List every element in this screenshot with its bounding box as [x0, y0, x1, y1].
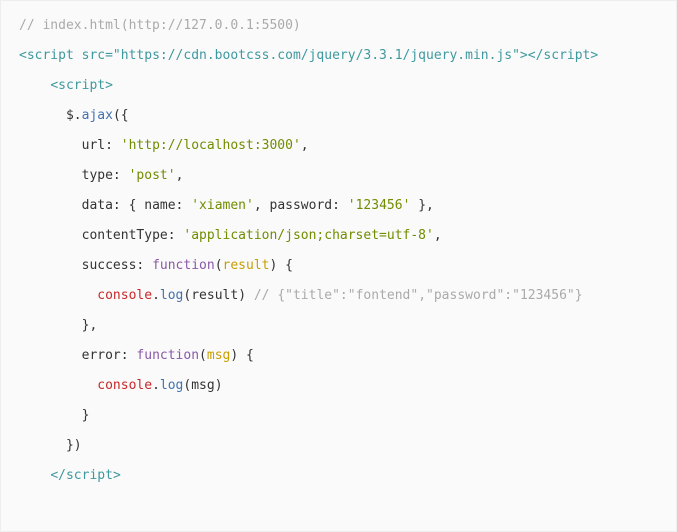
close-call: })	[66, 438, 82, 453]
brace-open: {	[121, 198, 137, 213]
console-obj: console	[97, 378, 152, 393]
code-line: url: 'http://localhost:3000',	[19, 131, 658, 161]
code-line: // index.html(http://127.0.0.1:5500)	[19, 11, 658, 41]
ajax-call: ajax	[82, 108, 113, 123]
tag-gt: >	[113, 468, 121, 483]
brace-open: {	[238, 348, 254, 363]
code-line: console.log(msg)	[19, 371, 658, 401]
tag-close-lt: </	[528, 48, 544, 63]
open-paren: ({	[113, 108, 129, 123]
paren-open: (	[215, 258, 223, 273]
url-key: url:	[82, 138, 113, 153]
comma: ,	[254, 198, 262, 213]
data-key: data:	[82, 198, 121, 213]
brace-open: {	[277, 258, 293, 273]
code-line: type: 'post',	[19, 161, 658, 191]
paren-close: )	[215, 378, 223, 393]
param-result: result	[223, 258, 270, 273]
paren-open: (	[199, 348, 207, 363]
name-value: 'xiamen'	[183, 198, 253, 213]
paren-close: )	[238, 288, 246, 303]
comma: ,	[301, 138, 309, 153]
success-key: success:	[82, 258, 145, 273]
comma: ,	[176, 168, 184, 183]
jquery-dollar: $.	[66, 108, 82, 123]
url-value: 'http://localhost:3000'	[121, 138, 301, 153]
tag-gt: >	[105, 78, 113, 93]
function-keyword: function	[129, 348, 199, 363]
inline-comment: // {"title":"fontend","password":"123456…	[254, 288, 583, 303]
code-line: $.ajax({	[19, 101, 658, 131]
param-msg: msg	[207, 348, 230, 363]
code-line: },	[19, 311, 658, 341]
paren-close: )	[230, 348, 238, 363]
tag-open: <	[50, 78, 58, 93]
code-line: <script src="https://cdn.bootcss.com/jqu…	[19, 41, 658, 71]
name-key: name:	[136, 198, 183, 213]
tag-close-name: script	[66, 468, 113, 483]
arg-msg: msg	[191, 378, 214, 393]
code-line: data: { name: 'xiamen', password: '12345…	[19, 191, 658, 221]
tag-open: <	[19, 48, 27, 63]
brace-close: }	[82, 408, 90, 423]
comment-text: // index.html(http://127.0.0.1:5500)	[19, 18, 301, 33]
type-value: 'post'	[129, 168, 176, 183]
tag-close-name: script	[543, 48, 590, 63]
function-keyword: function	[144, 258, 214, 273]
log-method: log	[160, 378, 183, 393]
comma: ,	[434, 228, 442, 243]
password-value: '123456'	[340, 198, 410, 213]
brace-close: },	[82, 318, 98, 333]
dot: .	[152, 378, 160, 393]
password-key: password:	[262, 198, 340, 213]
tag-close1: ">	[512, 48, 528, 63]
space	[246, 288, 254, 303]
code-line: })	[19, 431, 658, 461]
code-line: }	[19, 401, 658, 431]
code-block: // index.html(http://127.0.0.1:5500) <sc…	[0, 0, 677, 532]
type-key: type:	[82, 168, 121, 183]
tag-close-lt: </	[50, 468, 66, 483]
code-line: success: function(result) {	[19, 251, 658, 281]
tag-eq: ="	[105, 48, 121, 63]
arg-result: result	[191, 288, 238, 303]
tag-gt: >	[590, 48, 598, 63]
brace-close: },	[410, 198, 433, 213]
console-obj: console	[97, 288, 152, 303]
code-line: </script>	[19, 461, 658, 491]
script-src: https://cdn.bootcss.com/jquery/3.3.1/jqu…	[121, 48, 512, 63]
tag-name: script src	[27, 48, 105, 63]
contenttype-value: 'application/json;charset=utf-8'	[183, 228, 433, 243]
code-line: console.log(result) // {"title":"fontend…	[19, 281, 658, 311]
contenttype-key: contentType:	[82, 228, 176, 243]
dot: .	[152, 288, 160, 303]
code-line: <script>	[19, 71, 658, 101]
code-line: contentType: 'application/json;charset=u…	[19, 221, 658, 251]
log-method: log	[160, 288, 183, 303]
error-key: error:	[82, 348, 129, 363]
tag-name: script	[58, 78, 105, 93]
code-line: error: function(msg) {	[19, 341, 658, 371]
